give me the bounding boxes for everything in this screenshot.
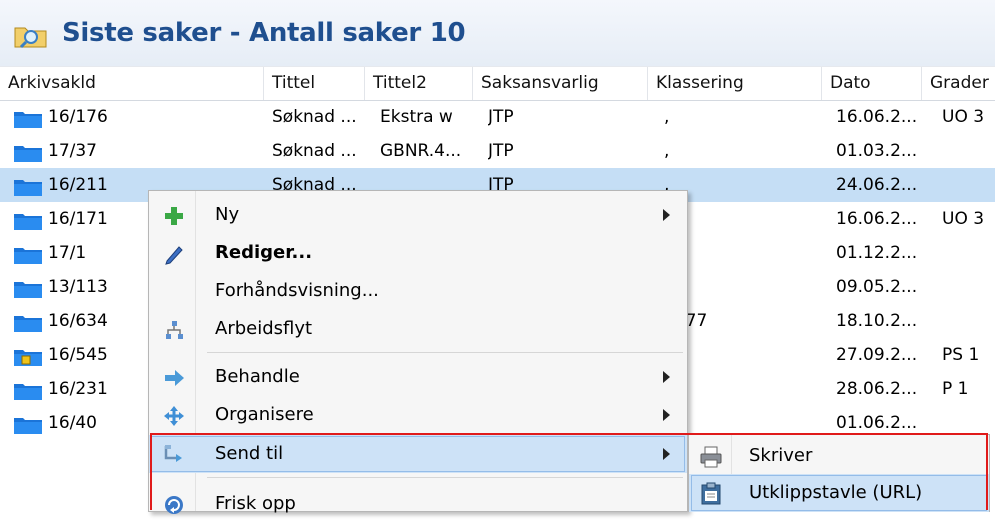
submenu-arrow-icon (663, 371, 670, 383)
submenu-arrow-icon (663, 209, 670, 221)
cell-dato: 01.03.2... (836, 141, 918, 161)
search-folder-icon (14, 27, 47, 49)
move-arrows-icon (164, 406, 184, 426)
menu-item-label: Utklippstavle (URL) (749, 482, 923, 503)
menu-item-label: Behandle (215, 366, 300, 387)
table-row[interactable]: 16/176 Søknad ... Ekstra w JTP, 16.06.2... UO… (0, 100, 995, 134)
menu-item-skriver[interactable]: Skriver (689, 437, 989, 475)
cell-arkivsakid: 17/37 (48, 141, 97, 161)
menu-item-label: Ny (215, 204, 240, 225)
folder-icon (14, 214, 42, 230)
cell-arkivsakid: 16/176 (48, 107, 108, 127)
forward-arrow-icon (165, 370, 184, 386)
submenu-arrow-icon (663, 409, 670, 421)
send-to-submenu: Skriver Utklippstavle (URL) (688, 434, 990, 512)
plus-icon (165, 207, 183, 225)
menu-item-organisere[interactable]: Organisere (149, 396, 687, 434)
context-menu: Ny Rediger... Forhåndsvisning... Arbeids… (148, 190, 688, 514)
column-header-dato[interactable]: Dato (822, 67, 922, 100)
workflow-icon (166, 321, 183, 339)
folder-icon (14, 146, 42, 162)
menu-item-ny[interactable]: Ny (149, 196, 687, 234)
cell-dato: 18.10.2... (836, 311, 918, 331)
clipboard-icon (701, 482, 721, 505)
cell-dato: 16.06.2... (836, 209, 918, 229)
cell-grader: UO 3 (942, 107, 985, 127)
cell-grader (942, 168, 995, 202)
menu-item-frisk-opp[interactable]: Frisk opp (149, 485, 687, 523)
cell-grader (942, 270, 995, 304)
refresh-icon (165, 496, 183, 514)
column-header-grader[interactable]: Grader (922, 67, 995, 100)
locked-folder-icon (14, 350, 42, 366)
menu-item-label: Rediger... (215, 242, 313, 263)
cell-tittel2: GBNR.4... (380, 141, 462, 161)
send-to-icon (164, 445, 182, 462)
column-header-arkivsakid[interactable]: Arkivsakld (0, 67, 264, 100)
table-row[interactable]: 17/37 Søknad ... GBNR.4... JTP, 01.03.2... (0, 134, 995, 168)
menu-separator (207, 477, 683, 478)
cell-grader (942, 304, 995, 338)
cell-dato: 27.09.2... (836, 345, 918, 365)
title-bar: Siste saker - Antall saker 10 (0, 0, 995, 66)
cell-grader (942, 236, 995, 270)
cell-grader: UO 3 (942, 209, 985, 229)
folder-icon (14, 418, 42, 434)
printer-icon (700, 446, 722, 468)
cell-dato: 01.12.2... (836, 243, 918, 263)
table-header: Arkivsakld Tittel Tittel2 Saksansvarlig … (0, 66, 995, 101)
cell-grader: PS 1 (942, 345, 980, 365)
cell-saksansvarlig: JTP (488, 141, 514, 161)
column-header-tittel[interactable]: Tittel (264, 67, 365, 100)
menu-item-rediger[interactable]: Rediger... (149, 234, 687, 272)
menu-item-label: Arbeidsflyt (215, 318, 313, 339)
submenu-arrow-icon (663, 448, 670, 460)
cell-saksansvarlig: JTP (488, 107, 514, 127)
cell-klassering: , (664, 141, 670, 161)
cell-tittel: Søknad ... (272, 141, 357, 161)
cell-grader: P 1 (942, 379, 969, 399)
folder-icon (14, 180, 42, 196)
menu-item-label: Organisere (215, 404, 314, 425)
cell-dato: 28.06.2... (836, 379, 918, 399)
menu-separator (207, 352, 683, 353)
menu-item-utklippstavle-url[interactable]: Utklippstavle (URL) (689, 474, 989, 512)
menu-item-send-til[interactable]: Send til (149, 435, 687, 473)
menu-item-label: Skriver (749, 445, 813, 466)
folder-icon (14, 384, 42, 400)
cell-dato: 24.06.2... (836, 175, 918, 195)
window-title: Siste saker - Antall saker 10 (62, 18, 466, 48)
menu-item-label: Frisk opp (215, 493, 296, 514)
column-header-tittel2[interactable]: Tittel2 (365, 67, 473, 100)
menu-item-label: Send til (215, 443, 284, 464)
cell-grader (942, 134, 995, 168)
cell-klassering: , (664, 107, 670, 127)
cell-tittel: Søknad ... (272, 107, 357, 127)
column-header-klassering[interactable]: Klassering (648, 67, 822, 100)
menu-item-forhandsvisning[interactable]: Forhåndsvisning... (149, 272, 687, 310)
menu-item-label: Forhåndsvisning... (215, 280, 379, 301)
cell-dato: 16.06.2... (836, 107, 918, 127)
folder-icon (14, 316, 42, 332)
menu-item-arbeidsflyt[interactable]: Arbeidsflyt (149, 310, 687, 348)
cell-tittel2: Ekstra w (380, 107, 453, 127)
folder-icon (14, 248, 42, 264)
folder-icon (14, 282, 42, 298)
pencil-icon (165, 246, 183, 265)
column-header-saksansvarlig[interactable]: Saksansvarlig (473, 67, 648, 100)
cell-dato: 09.05.2... (836, 277, 918, 297)
folder-icon (14, 112, 42, 128)
menu-item-behandle[interactable]: Behandle (149, 358, 687, 396)
